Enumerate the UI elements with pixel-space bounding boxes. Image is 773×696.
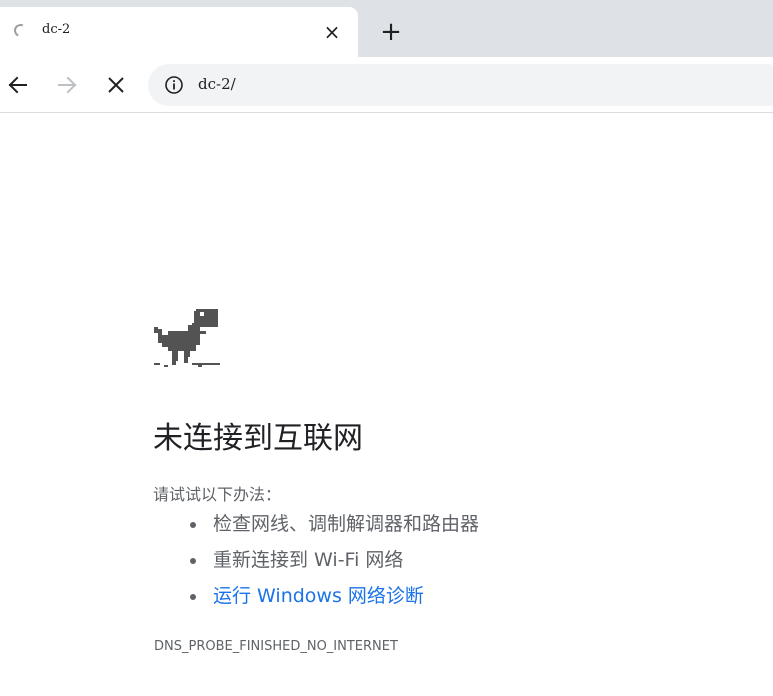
suggestions-intro: 请试试以下办法： (153, 485, 282, 504)
back-button[interactable] (6, 73, 30, 97)
arrow-back-icon (8, 76, 27, 94)
toolbar: dc-2/ (0, 57, 773, 113)
tab-title: dc-2 (42, 22, 71, 37)
url-text[interactable]: dc-2/ (198, 75, 236, 93)
tab-close-button[interactable]: × (321, 21, 343, 43)
loading-spinner-icon (12, 22, 29, 39)
info-icon[interactable] (164, 75, 184, 95)
error-code: DNS_PROBE_FINISHED_NO_INTERNET (154, 639, 398, 654)
tab-dc-2[interactable]: dc-2 × (0, 7, 358, 57)
tab-strip: dc-2 × + (0, 0, 773, 57)
stop-close-icon (108, 77, 124, 93)
new-tab-button[interactable]: + (378, 19, 404, 45)
suggestion-reconnect-wifi: 重新连接到 Wi-Fi 网络 (153, 547, 479, 583)
error-page: 未连接到互联网 请试试以下办法： 检查网线、调制解调器和路由器 重新连接到 Wi… (0, 113, 773, 696)
arrow-forward-icon (58, 76, 77, 94)
stop-button[interactable] (104, 73, 128, 97)
address-bar[interactable]: dc-2/ (148, 64, 773, 106)
forward-button[interactable] (55, 73, 79, 97)
error-heading: 未连接到互联网 (153, 421, 363, 456)
run-network-diagnostics-link[interactable]: 运行 Windows 网络诊断 (153, 583, 479, 619)
offline-dino-icon (154, 309, 220, 367)
suggestion-check-cables: 检查网线、调制解调器和路由器 (153, 511, 479, 547)
suggestions-list: 检查网线、调制解调器和路由器 重新连接到 Wi-Fi 网络 运行 Windows… (153, 511, 479, 619)
